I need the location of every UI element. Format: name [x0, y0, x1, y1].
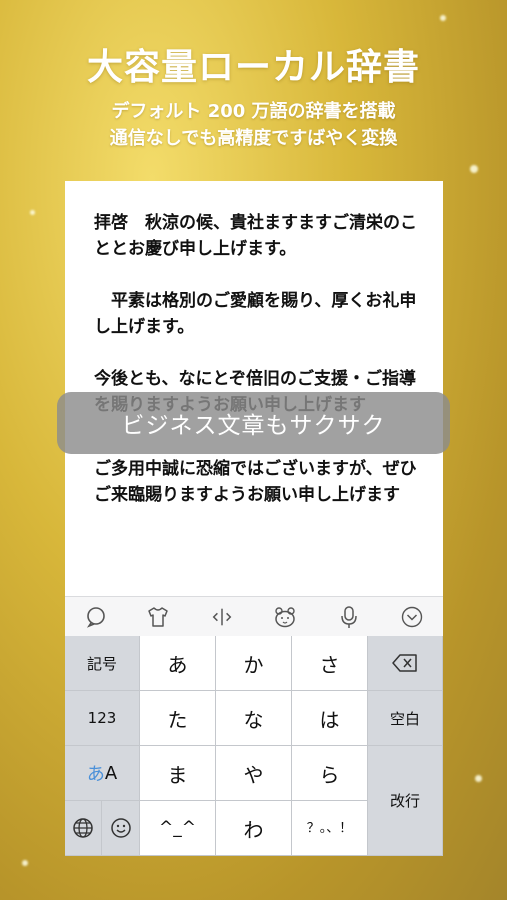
- backspace-key[interactable]: [368, 636, 443, 691]
- document-area[interactable]: 拝啓 秋涼の候、貴社ますますご清栄のこととお慶び申し上げます。 平素は格別のご愛…: [65, 181, 443, 571]
- feature-banner: ビジネス文章もサクサク: [57, 392, 450, 454]
- key-ya[interactable]: や: [216, 746, 292, 801]
- chevron-down-icon[interactable]: [400, 605, 424, 629]
- key-a[interactable]: あ: [140, 636, 216, 691]
- keyboard-toolbar: [65, 596, 443, 636]
- english-mode-label: A: [104, 762, 118, 784]
- emoji-key[interactable]: [102, 801, 140, 856]
- smiley-icon: [110, 818, 131, 838]
- key-punctuation[interactable]: ？。、！: [292, 801, 368, 856]
- cursor-icon[interactable]: [210, 605, 234, 629]
- kigou-key[interactable]: 記号: [65, 636, 140, 691]
- document-paragraph-4: ご多用中誠に恐縮ではございますが、ぜひご来臨賜りますようお願い申し上げます: [94, 459, 417, 505]
- hero-title: 大容量ローカル辞書: [86, 47, 420, 88]
- space-key[interactable]: 空白: [368, 691, 443, 746]
- sparkle: [475, 775, 482, 782]
- document-paragraph-1: 拝啓 秋涼の候、貴社ますますご清栄のこととお慶び申し上げます。: [94, 213, 417, 259]
- kana-mode-label: あ: [86, 764, 105, 785]
- key-na[interactable]: な: [216, 691, 292, 746]
- key-emoticon[interactable]: ^_^: [140, 801, 216, 856]
- key-ma[interactable]: ま: [140, 746, 216, 801]
- key-ka[interactable]: か: [216, 636, 292, 691]
- mic-icon[interactable]: [337, 605, 361, 629]
- sparkle: [30, 210, 35, 215]
- globe-key[interactable]: [65, 801, 102, 856]
- phone-screen: 拝啓 秋涼の候、貴社ますますご清栄のこととお慶び申し上げます。 平素は格別のご愛…: [65, 181, 443, 856]
- tshirt-icon[interactable]: [146, 605, 170, 629]
- key-ta[interactable]: た: [140, 691, 216, 746]
- key-sa[interactable]: さ: [292, 636, 368, 691]
- sparkle: [470, 165, 478, 173]
- number-key[interactable]: 123: [65, 691, 140, 746]
- bear-icon[interactable]: [273, 605, 297, 629]
- hero-subtitle-line2: 通信なしでも高精度ですばやく変換: [109, 128, 398, 149]
- sparkle: [22, 860, 28, 866]
- hero-subtitle-line1: デフォルト 200 万語の辞書を搭載: [111, 101, 396, 122]
- backspace-icon: [392, 654, 417, 672]
- document-paragraph-2: 平素は格別のご愛顧を賜り、厚くお礼申し上げます。: [94, 291, 417, 337]
- key-ha[interactable]: は: [292, 691, 368, 746]
- key-wa[interactable]: わ: [216, 801, 292, 856]
- sparkle: [440, 15, 446, 21]
- key-ra[interactable]: ら: [292, 746, 368, 801]
- keyboard: 記号 123 あA あ か さ た な は ま や ら ^_^ わ ？。、！ 空…: [65, 636, 443, 856]
- globe-icon: [73, 818, 93, 838]
- kana-english-toggle-key[interactable]: あA: [65, 746, 140, 801]
- search-icon[interactable]: [84, 605, 108, 629]
- enter-key[interactable]: 改行: [368, 746, 443, 856]
